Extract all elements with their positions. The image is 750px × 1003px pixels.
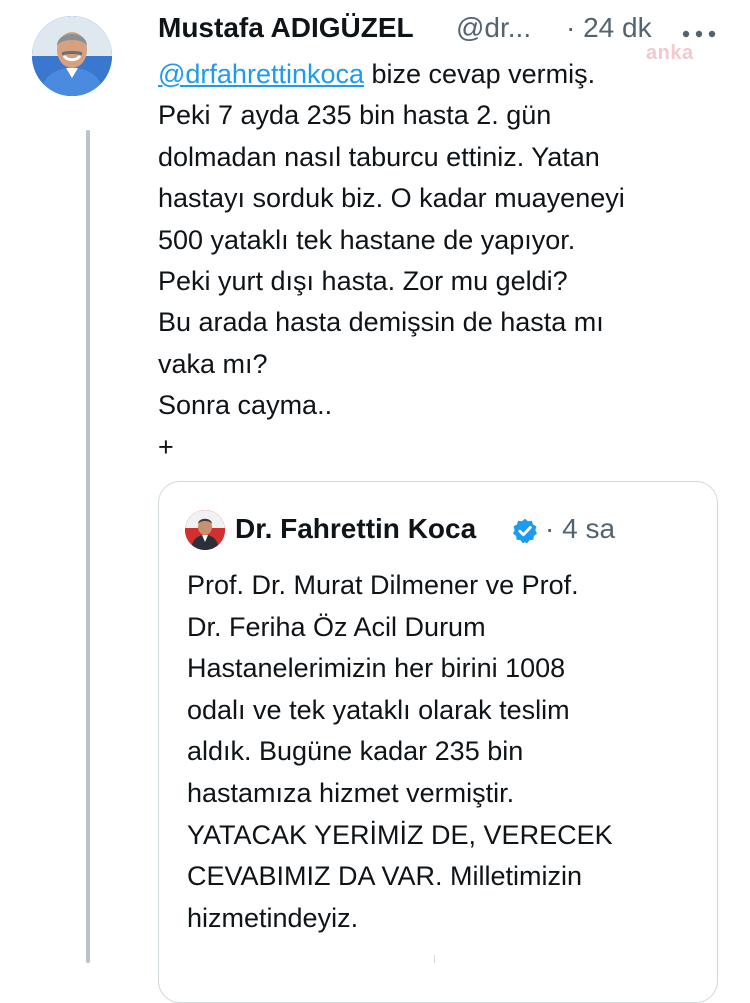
tweet-line: 500 yataklı tek hastane de yapıyor. xyxy=(158,224,576,255)
tweet-line: hastayı sorduk biz. O kadar muayeneyi xyxy=(158,183,625,214)
quoted-tweet-line: Hastanelerimizin her birini 1008 xyxy=(187,653,566,684)
author-handle[interactable]: @dr... xyxy=(456,12,531,44)
author-name[interactable]: Mustafa ADIGÜZEL xyxy=(158,12,414,44)
quoted-tweet-card[interactable]: Dr. Fahrettin Koca · 4 sa Prof. Dr. Mura… xyxy=(158,481,718,1003)
quoted-author-name[interactable]: Dr. Fahrettin Koca xyxy=(235,513,476,545)
quoted-tweet-line: aldık. Bugüne kadar 235 bin xyxy=(187,736,524,767)
tweet-line: + xyxy=(158,431,174,462)
tweet-line: Sonra cayma.. xyxy=(158,390,333,421)
tweet-line: dolmadan nasıl taburcu ettiniz. Yatan xyxy=(158,141,600,172)
tweet-line: Peki yurt dışı hasta. Zor mu geldi? xyxy=(158,266,568,297)
verified-badge-icon xyxy=(512,518,538,544)
quoted-tweet-body: Prof. Dr. Murat Dilmener ve Prof. Dr. Fe… xyxy=(187,565,707,939)
mention-link[interactable]: @drfahrettinkoca xyxy=(158,59,364,89)
ellipsis-icon[interactable] xyxy=(682,30,716,38)
quoted-tweet-line: Prof. Dr. Murat Dilmener ve Prof. xyxy=(187,570,579,600)
quoted-author-avatar[interactable] xyxy=(185,510,225,550)
tweet-line: vaka mı? xyxy=(158,348,268,379)
tweet-line: @drfahrettinkoca bize cevap vermiş. xyxy=(158,54,728,95)
quoted-tweet-line: hizmetindeyiz. xyxy=(187,902,359,933)
tweet-line: Bu arada hasta demişsin de hasta mı xyxy=(158,307,604,338)
author-avatar[interactable] xyxy=(32,16,112,96)
quoted-tweet-timestamp[interactable]: · 4 sa xyxy=(545,513,615,545)
quoted-tweet-line: CEVABIMIZ DA VAR. Milletimizin xyxy=(187,861,583,892)
thread-connector-line xyxy=(86,130,90,963)
quoted-tweet-line: odalı ve tek yataklı olarak teslim xyxy=(187,694,570,725)
tweet-line: Peki 7 ayda 235 bin hasta 2. gün xyxy=(158,100,552,131)
tweet-header: Mustafa ADIGÜZEL @dr... · 24 dk xyxy=(158,10,728,48)
quoted-tweet-line: Dr. Feriha Öz Acil Durum xyxy=(187,611,486,642)
quoted-tweet-line: YATACAK YERİMİZ DE, VERECEK xyxy=(187,819,613,850)
tweet-timestamp[interactable]: · 24 dk xyxy=(566,12,652,44)
tweet-line-text: bize cevap vermiş. xyxy=(364,59,596,89)
quoted-tweet-line: hastamıza hizmet vermiştir. xyxy=(187,777,515,808)
author-avatar-image xyxy=(32,16,112,96)
quoted-author-avatar-image xyxy=(185,510,225,550)
tweet-body: @drfahrettinkoca bize cevap vermiş. Peki… xyxy=(158,54,728,468)
media-divider xyxy=(434,955,435,963)
